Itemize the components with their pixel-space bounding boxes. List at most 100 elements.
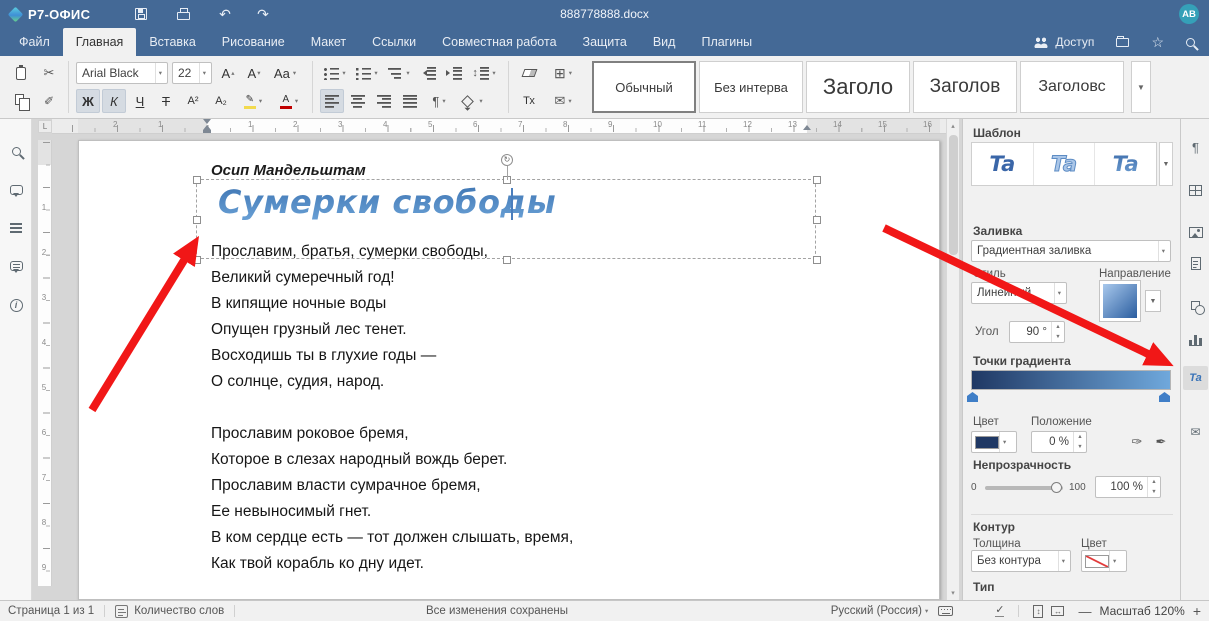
poem-line[interactable]: Восходишь ты в глухие годы — xyxy=(211,343,573,369)
cut-button[interactable]: ✂ xyxy=(36,61,62,85)
superscript-button[interactable]: А² xyxy=(180,89,206,113)
position-decrease-button[interactable]: ▼ xyxy=(1074,442,1086,452)
zoom-in-button[interactable]: + xyxy=(1193,603,1201,619)
shading-button[interactable]: ▾ xyxy=(456,89,490,113)
poem-line[interactable]: Как твой корабль ко дну идет. xyxy=(211,551,573,577)
increase-indent-button[interactable] xyxy=(442,61,466,85)
subscript-button[interactable]: А₂ xyxy=(208,89,234,113)
grow-font-button[interactable]: А▴ xyxy=(216,61,240,85)
language-selector[interactable]: Русский (Россия) ▾ xyxy=(831,605,929,617)
opacity-increase-button[interactable]: ▲ xyxy=(1148,477,1160,487)
gradient-stop-left[interactable] xyxy=(967,392,978,402)
outline-color-select[interactable]: ▾ xyxy=(1081,550,1127,572)
poem-line[interactable]: Опущен грузный лес тенет. xyxy=(211,317,573,343)
font-size-select[interactable]: 22 ▾ xyxy=(172,62,212,84)
angle-decrease-button[interactable]: ▼ xyxy=(1052,332,1064,342)
poem-line[interactable]: Ее невыносимый гнет. xyxy=(211,499,573,525)
about-button[interactable]: i xyxy=(4,293,28,317)
gradient-style-select[interactable]: Линейный ▾ xyxy=(971,282,1067,304)
bullet-list-button[interactable]: ▾ xyxy=(320,61,350,85)
comments-button[interactable] xyxy=(4,178,28,202)
document-page[interactable]: Осип Мандельштам Сумерки свободы ↻ Просл… xyxy=(78,140,940,600)
mail-merge-settings-button[interactable]: ✉ xyxy=(1183,420,1208,444)
align-left-button[interactable] xyxy=(320,89,344,113)
header-footer-settings-button[interactable] xyxy=(1183,251,1208,275)
textart-template-1[interactable]: Ta xyxy=(972,143,1034,185)
add-gradient-point-button[interactable]: ✑ xyxy=(1127,431,1147,453)
tab-защита[interactable]: Защита xyxy=(570,28,640,56)
table-settings-button[interactable] xyxy=(1183,178,1208,202)
print-button[interactable] xyxy=(170,0,196,28)
paste-button[interactable] xyxy=(8,61,34,85)
tab-stop-selector[interactable]: L xyxy=(38,120,52,133)
italic-button[interactable]: К xyxy=(102,89,126,113)
selection-handle-ml[interactable] xyxy=(193,216,201,224)
clear-style-button[interactable] xyxy=(516,61,542,85)
zoom-value[interactable]: Масштаб 120% xyxy=(1099,604,1184,618)
tab-файл[interactable]: Файл xyxy=(6,28,63,56)
selection-handle-tr[interactable] xyxy=(813,176,821,184)
style-заголов[interactable]: Заголов xyxy=(913,61,1017,113)
opacity-slider[interactable] xyxy=(985,486,1063,490)
nonprinting-characters-button[interactable]: ¶▾ xyxy=(424,89,454,113)
navigation-button[interactable] xyxy=(4,216,28,240)
poem-line[interactable]: Которое в слезах народный вождь берет. xyxy=(211,447,573,473)
selection-handle-mr[interactable] xyxy=(813,216,821,224)
angle-spinner[interactable]: 90 ° ▲ ▼ xyxy=(1009,321,1065,343)
fit-width-button[interactable] xyxy=(1051,606,1064,616)
feedback-button[interactable] xyxy=(4,254,28,278)
poem-line[interactable]: В ком сердце есть — тот должен слышать, … xyxy=(211,525,573,551)
font-name-select[interactable]: Arial Black ▾ xyxy=(76,62,168,84)
angle-increase-button[interactable]: ▲ xyxy=(1052,322,1064,332)
tab-ссылки[interactable]: Ссылки xyxy=(359,28,429,56)
poem-line[interactable] xyxy=(211,395,573,421)
tab-вставка[interactable]: Вставка xyxy=(136,28,208,56)
poem-line[interactable]: В кипящие ночные воды xyxy=(211,291,573,317)
textart-template-3[interactable]: Ta xyxy=(1095,143,1156,185)
gradient-color-select[interactable]: ▾ xyxy=(971,431,1017,453)
shape-settings-button[interactable] xyxy=(1183,293,1208,317)
poem-line[interactable]: Прославим власти сумрачное бремя, xyxy=(211,473,573,499)
access-button[interactable]: Доступ xyxy=(1033,35,1094,49)
scroll-up-button[interactable]: ▴ xyxy=(947,119,959,133)
gradient-direction-dropdown[interactable]: ▼ xyxy=(1145,290,1161,312)
copy-button[interactable] xyxy=(8,89,34,113)
save-button[interactable] xyxy=(128,0,154,28)
decrease-indent-button[interactable] xyxy=(416,61,440,85)
scrollbar-thumb[interactable] xyxy=(949,135,958,255)
open-file-location-button[interactable] xyxy=(1116,38,1129,47)
underline-button[interactable]: Ч xyxy=(128,89,152,113)
style-заголо[interactable]: Заголо xyxy=(806,61,910,113)
author-line[interactable]: Осип Мандельштам xyxy=(211,162,366,179)
bold-button[interactable]: Ж xyxy=(76,89,100,113)
vertical-scrollbar[interactable]: ▴ ▾ xyxy=(946,119,959,600)
line-spacing-button[interactable]: ▾ xyxy=(468,61,500,85)
paragraph-settings-button[interactable]: ¶ xyxy=(1183,135,1208,159)
image-settings-button[interactable] xyxy=(1183,220,1208,244)
textart-template-2[interactable]: Ta xyxy=(1034,143,1096,185)
text-art-settings-button[interactable]: Ta xyxy=(1183,366,1208,390)
gradient-direction-button[interactable] xyxy=(1099,280,1141,322)
tab-плагины[interactable]: Плагины xyxy=(688,28,765,56)
spellcheck-button[interactable]: ✓ xyxy=(995,605,1004,617)
right-indent-marker[interactable] xyxy=(803,121,811,130)
selection-handle-br[interactable] xyxy=(813,256,821,264)
format-painter-button[interactable]: ✐ xyxy=(36,89,62,113)
position-increase-button[interactable]: ▲ xyxy=(1074,432,1086,442)
tab-главная[interactable]: Главная xyxy=(63,28,137,56)
numbered-list-button[interactable]: ▾ xyxy=(352,61,382,85)
find-button[interactable] xyxy=(4,139,28,163)
scroll-down-button[interactable]: ▾ xyxy=(947,586,959,600)
poem-line[interactable]: О солнце, судия, народ. xyxy=(211,369,573,395)
undo-button[interactable]: ↶ xyxy=(212,0,238,28)
strikethrough-button[interactable]: Т xyxy=(154,89,178,113)
tab-макет[interactable]: Макет xyxy=(298,28,359,56)
multilevel-list-button[interactable]: ▾ xyxy=(384,61,414,85)
style-заголовс[interactable]: Заголовс xyxy=(1020,61,1124,113)
highlight-color-button[interactable]: ✎ ▾ xyxy=(236,89,270,113)
style-gallery-expand-button[interactable]: ▼ xyxy=(1131,61,1151,113)
set-document-language-button[interactable] xyxy=(938,606,953,616)
favorite-button[interactable]: ☆ xyxy=(1151,35,1164,49)
opacity-decrease-button[interactable]: ▼ xyxy=(1148,487,1160,497)
shrink-font-button[interactable]: А▾ xyxy=(242,61,266,85)
